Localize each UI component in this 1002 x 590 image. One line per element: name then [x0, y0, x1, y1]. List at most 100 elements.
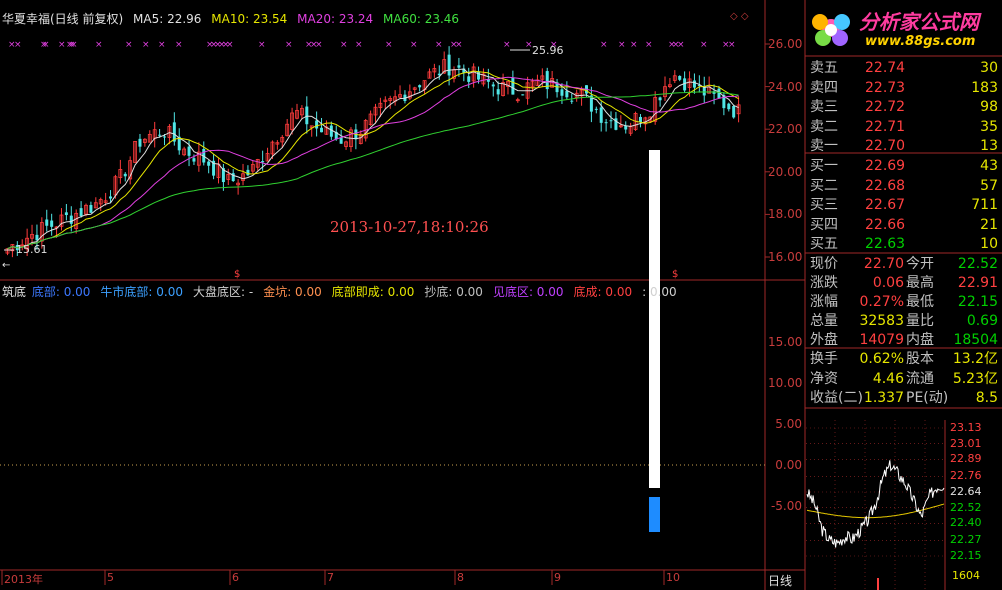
quote-label: 内盘 [906, 332, 934, 348]
order-price: 22.69 [865, 158, 906, 174]
signal-marker: × [58, 40, 66, 50]
candle-body [138, 138, 142, 147]
signal-marker: × [14, 40, 22, 50]
signal-marker: × [258, 40, 266, 50]
quote-value: 18504 [953, 332, 998, 348]
order-label: 卖三 [810, 99, 838, 115]
order-row[interactable]: 买五 22.63 10 [810, 234, 1000, 254]
candle-body [123, 173, 127, 177]
quote-label: 现价 [810, 256, 838, 272]
order-label: 卖五 [810, 60, 838, 76]
intraday-price-line [806, 460, 945, 548]
order-label: 买四 [810, 216, 838, 233]
diamond-icons[interactable]: ◇ ◇ [730, 11, 749, 22]
site-logo: 分析家公式网 www.88gs.com [803, 2, 1001, 56]
signal-marker: × [700, 40, 708, 50]
signal-marker: × [355, 40, 363, 50]
intraday-tick-label: 22.76 [950, 469, 982, 483]
buy-signal-marker: $ [672, 269, 678, 280]
indicator-name[interactable]: 筑底 [2, 285, 26, 299]
order-row[interactable]: 卖三 22.72 98 [810, 97, 1000, 117]
logo-url: www.88gs.com [865, 34, 976, 49]
signal-marker: × [410, 40, 418, 50]
candle-body [246, 169, 250, 176]
quote-value: 22.52 [957, 256, 998, 272]
signal-marker: × [95, 40, 103, 50]
signal-marker: × [645, 40, 653, 50]
quote-label: 涨幅 [810, 294, 838, 310]
candle-body [565, 90, 569, 98]
order-row[interactable]: 卖五 22.74 30 [810, 58, 1000, 78]
ma60-label: MA60: 23.46 [383, 12, 460, 26]
price-tick-label: 26.00 [768, 37, 803, 51]
candle-body [521, 94, 525, 96]
indicator-item: 见底区: 0.00 [492, 285, 564, 299]
indicator-item: 抄底: 0.00 [424, 285, 483, 299]
price-tick-label: 18.00 [768, 207, 803, 222]
order-row[interactable]: 买一 22.69 43 [810, 156, 1000, 176]
intraday-tick-label: 22.27 [950, 533, 982, 547]
ma10-label: MA10: 23.54 [211, 12, 288, 26]
indicator-tick-label: 10.00 [768, 376, 803, 390]
high-price-label: 25.96 [532, 44, 564, 57]
signal-marker: × [677, 40, 685, 50]
quote-value: 4.46 [872, 370, 904, 387]
quote-label: 最高 [906, 275, 934, 291]
order-row[interactable]: 买二 22.68 57 [810, 176, 1000, 196]
candle-body [315, 120, 319, 129]
order-row[interactable]: 卖一 22.70 13 [810, 136, 1000, 156]
signal-marker: × [142, 40, 150, 50]
candle-body [418, 85, 422, 88]
quote-value: 14079 [859, 332, 904, 348]
indicator-item: 底部: 0.00 [31, 285, 91, 299]
quote-row: 总量 32583 量比 0.69 [810, 311, 1000, 331]
order-price: 22.72 [865, 99, 906, 115]
quote-label: 股本 [906, 351, 934, 367]
timestamp-watermark: 2013-10-27,18:10:26 [330, 218, 489, 236]
indicator-item: 底部即成: 0.00 [331, 285, 415, 299]
order-row[interactable]: 买三 22.67 711 [810, 195, 1000, 215]
candle-body [45, 219, 49, 226]
quote-value: 22.91 [957, 275, 998, 291]
signal-marker: × [70, 40, 78, 50]
candle-body [477, 71, 481, 80]
candle-body [727, 103, 731, 110]
quote-label: 最低 [906, 294, 934, 310]
signal-marker: × [340, 40, 348, 50]
quote-label: 涨跌 [810, 275, 838, 291]
candle-body [599, 107, 603, 123]
order-row[interactable]: 卖四 22.73 183 [810, 78, 1000, 98]
candle-body [320, 127, 324, 133]
candle-body [457, 65, 461, 68]
stock-name[interactable]: 华夏幸福(日线 前复权) [2, 12, 123, 26]
ma5-label: MA5: 22.96 [133, 12, 202, 26]
order-label: 买三 [810, 197, 838, 213]
period-label[interactable]: 日线 [768, 572, 792, 589]
intraday-volume-label: 1604 [952, 569, 980, 582]
order-price: 22.66 [865, 216, 906, 233]
candle-body [604, 122, 608, 124]
signal-marker: × [600, 40, 608, 50]
order-label: 卖二 [810, 118, 838, 135]
candle-body [79, 208, 83, 217]
date-axis-label: 7 [327, 571, 334, 584]
order-row[interactable]: 卖二 22.71 35 [810, 117, 1000, 137]
quote-value: 8.5 [975, 390, 998, 406]
date-axis-label: 9 [554, 571, 561, 584]
candle-body [496, 89, 500, 95]
order-price: 22.73 [865, 79, 906, 96]
price-tick-label: 20.00 [768, 164, 803, 179]
price-tick-label: 22.00 [768, 122, 803, 137]
order-price: 22.63 [865, 236, 906, 252]
order-price: 22.67 [865, 197, 906, 213]
candle-body [732, 106, 736, 118]
indicator-tick-label: 5.00 [775, 417, 802, 431]
indicator-tick-label: 0.00 [775, 458, 802, 472]
candle-body [35, 234, 39, 241]
candle-body [69, 215, 73, 224]
order-volume: 43 [980, 158, 998, 174]
candle-body [678, 75, 682, 80]
order-row[interactable]: 买四 22.66 21 [810, 215, 1000, 235]
quote-value: 22.70 [863, 256, 904, 272]
quote-value: 1.337 [863, 390, 904, 406]
